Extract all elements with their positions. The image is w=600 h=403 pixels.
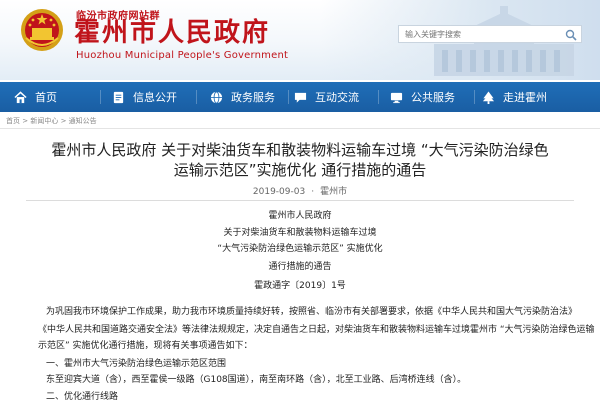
nav-item-about-huozhou[interactable]: 走进霍州 [482, 82, 547, 112]
site-header: 临汾市政府网站群 霍州市人民政府 Huozhou Municipal Peopl… [0, 0, 600, 80]
nav-divider [196, 90, 197, 104]
nav-label-gov-service: 政务服务 [231, 91, 275, 104]
section-heading: 二、优化通行线路 [46, 392, 119, 402]
nav-label-about-huozhou: 走进霍州 [503, 91, 547, 104]
document-number: 霍政通字〔2019〕1号 [254, 281, 346, 291]
chat-icon [294, 92, 307, 103]
nav-label-info-public: 信息公开 [133, 91, 177, 104]
nav-item-interaction[interactable]: 互动交流 [294, 82, 359, 112]
breadcrumb-divider [0, 128, 600, 129]
body-paragraph-line: 示范区” 实施优化通行措施，现将有关事项通告如下： [38, 341, 253, 351]
body-paragraph-line: 东至迎宾大道（含），西至霍侯一级路（G108国道），南至南环路（含），北至工业路… [46, 375, 467, 385]
body-paragraph-line: 为巩固我市环境保护工作成果，助力我市环境质量持续好转，按照省、临汾市有关部署要求… [46, 307, 578, 317]
article-divider [26, 200, 574, 201]
breadcrumb-separator: > [60, 117, 69, 125]
site-title-english: Huozhou Municipal People's Government [76, 50, 289, 61]
home-icon [14, 90, 27, 103]
heading-line: “大气污染防治绿色运输示范区” 实施优化 [217, 244, 383, 254]
article-title-line: 霍州市人民政府 关于对柴油货车和散装物料运输车过境 “大气污染防治绿色 [51, 141, 549, 159]
article-source: 霍州市 [320, 187, 348, 197]
search-icon[interactable] [565, 29, 577, 41]
nav-divider [474, 90, 475, 104]
body-paragraph-line: 《中华人民共和国道路交通安全法》等法律法规规定，决定自通告之日起，对柴油货车和散… [38, 325, 595, 335]
article-title-line: 运输示范区”实施优化 通行措施的通告 [173, 161, 427, 179]
site-title[interactable]: 霍州市人民政府 [74, 18, 270, 48]
breadcrumb-notice[interactable]: 通知公告 [69, 117, 97, 125]
nav-label-home: 首页 [35, 91, 57, 104]
nav-divider [378, 90, 379, 104]
article-title: 霍州市人民政府 关于对柴油货车和散装物料运输车过境 “大气污染防治绿色 运输示范… [30, 140, 570, 180]
breadcrumb: 首页 > 新闻中心 > 通知公告 [6, 116, 97, 126]
nav-label-public-service: 公共服务 [411, 91, 455, 104]
monitor-icon [390, 92, 403, 103]
breadcrumb-home[interactable]: 首页 [6, 117, 20, 125]
national-emblem-icon [21, 9, 63, 51]
nav-item-info-public[interactable]: 信息公开 [112, 82, 177, 112]
nav-label-interaction: 互动交流 [315, 91, 359, 104]
nav-divider [100, 90, 101, 104]
search-box [398, 25, 582, 43]
globe-icon [210, 91, 223, 103]
article-meta: 2019-09-03 · 霍州市 [0, 184, 600, 197]
nav-item-gov-service[interactable]: 政务服务 [210, 82, 275, 112]
document-icon [113, 91, 124, 103]
heading-line: 关于对柴油货车和散装物料运输车过境 [223, 228, 377, 238]
heading-line: 通行措施的通告 [268, 262, 332, 272]
meta-separator: · [311, 187, 315, 197]
nav-divider [288, 90, 289, 104]
nav-item-home[interactable]: 首页 [14, 82, 57, 112]
heading-line: 霍州市人民政府 [268, 211, 332, 221]
nav-item-public-service[interactable]: 公共服务 [390, 82, 455, 112]
tree-icon [482, 90, 495, 104]
section-heading: 一、霍州市大气污染防治绿色运输示范区范围 [46, 359, 227, 369]
main-nav: 首页 信息公开 政务服务 互动交流 公共服务 走进霍州 [0, 82, 600, 112]
breadcrumb-news[interactable]: 新闻中心 [30, 117, 58, 125]
article-date: 2019-09-03 [252, 187, 306, 197]
search-input[interactable] [399, 29, 559, 39]
